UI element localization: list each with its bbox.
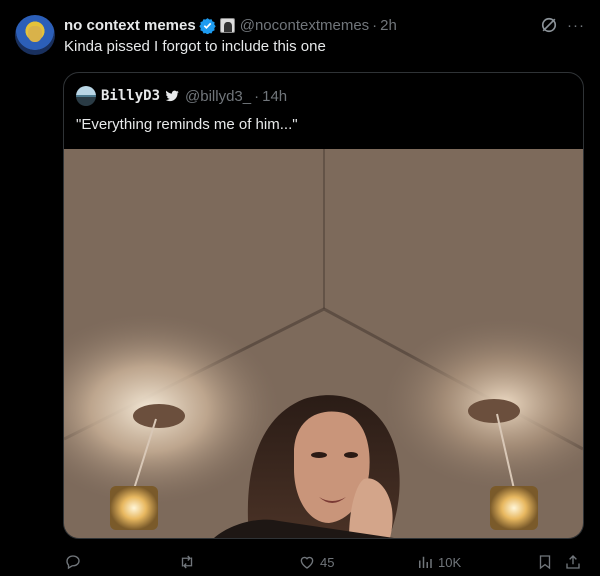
retweet-icon (181, 555, 193, 569)
views-count: 10K (438, 554, 462, 570)
share-button[interactable] (564, 552, 582, 572)
quoted-tweet[interactable]: BillyD3 @billyd3_ · 14h "Everything remi… (63, 72, 584, 539)
quote-handle[interactable]: @billyd3_ (185, 88, 251, 105)
like-count: 45 (320, 554, 335, 570)
verified-badge-icon (199, 17, 216, 34)
quote-text: "Everything reminds me of him..." (76, 116, 298, 133)
quote-avatar[interactable] (76, 86, 96, 106)
separator: · (372, 16, 378, 34)
more-icon[interactable]: ··· (567, 17, 585, 34)
action-bar: 45 10K (64, 552, 585, 572)
timestamp[interactable]: 2h (380, 17, 397, 34)
grok-icon[interactable] (539, 15, 559, 35)
handle[interactable]: @nocontextmemes (240, 17, 369, 34)
quote-header: BillyD3 @billyd3_ · 14h (76, 86, 287, 106)
bookmark-button[interactable] (536, 552, 554, 572)
quote-display-name[interactable]: BillyD3 (101, 88, 160, 104)
retweet-button[interactable] (178, 552, 200, 572)
quote-timestamp[interactable]: 14h (262, 88, 287, 105)
bird-icon (165, 90, 179, 102)
ceiling-fixture-left (133, 404, 185, 428)
woman-eye-right (344, 452, 358, 458)
reply-button[interactable] (64, 552, 86, 572)
display-name[interactable]: no context memes (64, 17, 196, 34)
ceiling-fixture-right (468, 399, 520, 423)
quote-separator: · (254, 87, 260, 105)
tweet-header: no context memes @nocontextmemes · 2h ··… (64, 14, 585, 36)
pendant-lamp-right (490, 486, 538, 530)
share-icon (566, 555, 580, 569)
bookmark-icon (539, 555, 551, 570)
photo-illustration (64, 149, 583, 538)
affiliate-badge-icon[interactable] (219, 17, 235, 33)
woman-eye-left (311, 452, 327, 458)
pendant-lamp-left (110, 486, 158, 530)
avatar[interactable] (15, 15, 55, 55)
photo-woman-under-lamps[interactable] (64, 149, 583, 538)
like-button[interactable]: 45 (298, 552, 334, 572)
like-icon (300, 556, 314, 569)
views-button[interactable]: 10K (416, 552, 461, 572)
tweet-text: Kinda pissed I forgot to include this on… (64, 38, 326, 55)
header-actions: ··· (539, 14, 585, 36)
views-icon (419, 556, 432, 568)
avatar-face (28, 26, 42, 42)
reply-icon (66, 555, 80, 570)
